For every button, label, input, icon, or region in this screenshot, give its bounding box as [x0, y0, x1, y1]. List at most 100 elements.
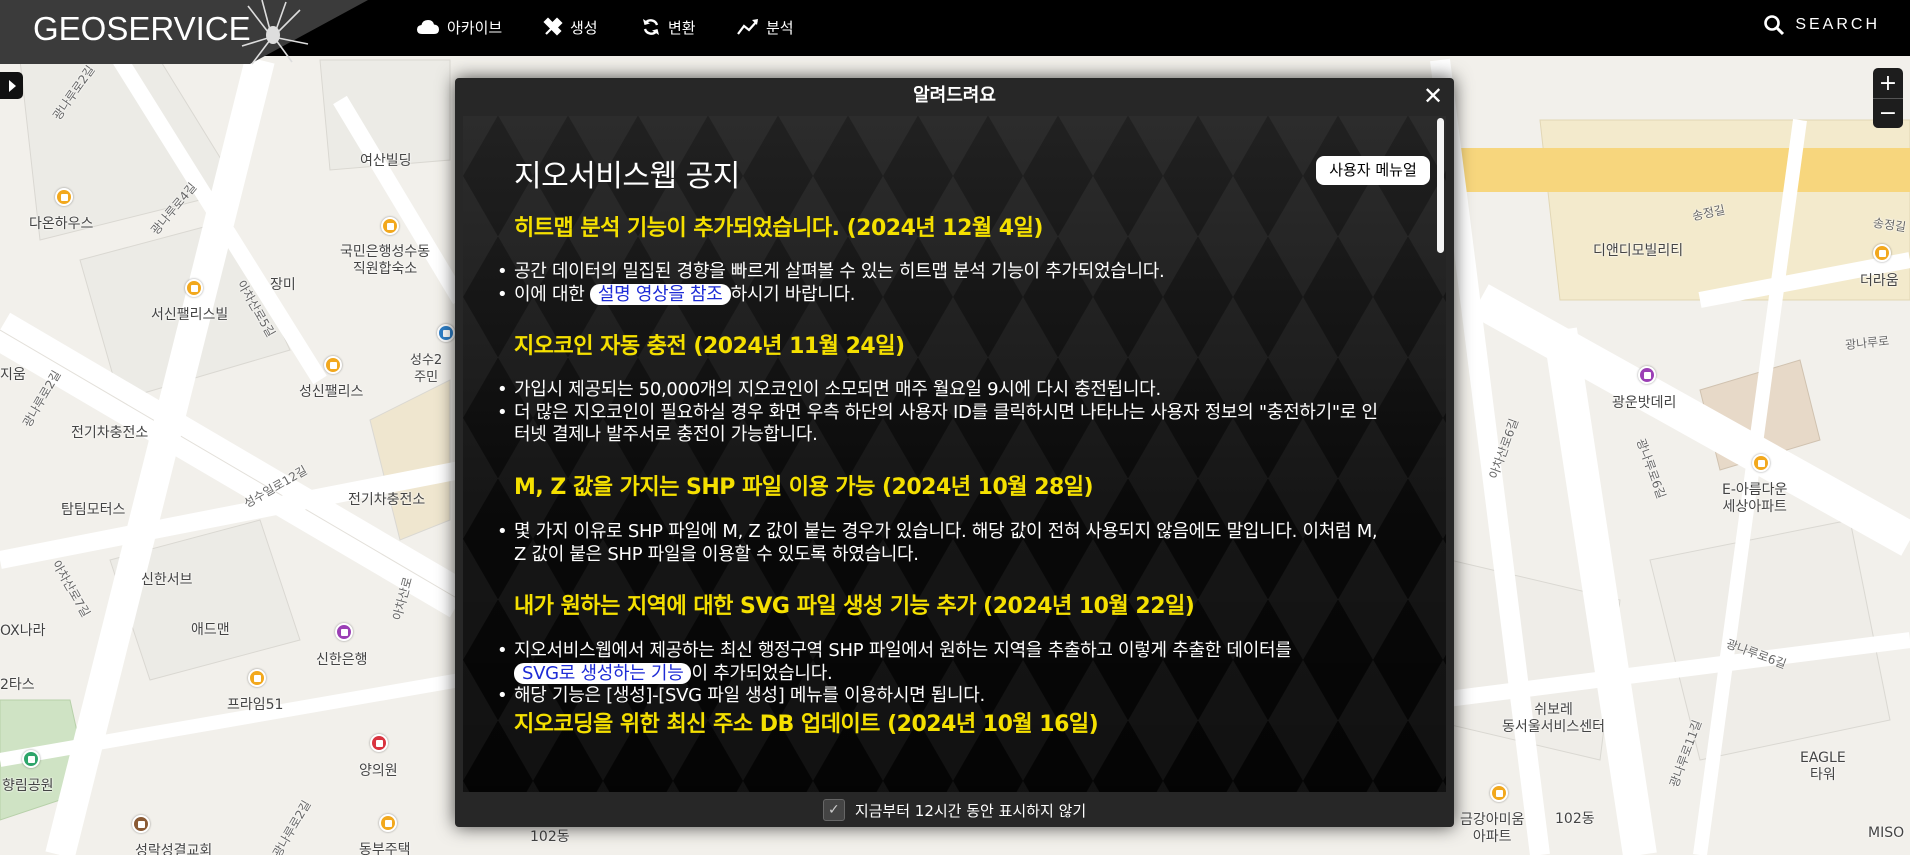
section-title: 히트맵 분석 기능이 추가되었습니다. (2024년 12월 4일): [514, 216, 1043, 241]
close-icon[interactable]: ✕: [1420, 83, 1446, 109]
map-label: 동부주택: [359, 842, 411, 855]
list-item: 가입시 제공되는 50,000개의 지오코인이 소모되면 매주 월요일 9시에 …: [497, 379, 1384, 402]
list-item-text: 해당 기능은 [생성]-[SVG 파일 생성] 메뉴를 이용하시면 됩니다.: [514, 685, 985, 706]
section-list: 공간 데이터의 밀집된 경향을 빠르게 살펴볼 수 있는 히트맵 분석 기능이 …: [497, 261, 1384, 307]
map-label: 성신팰리스: [299, 384, 364, 400]
map-label: 신한은행: [316, 652, 368, 668]
map-label: MISO: [1868, 825, 1905, 841]
modal-title: 알려드려요: [913, 85, 996, 106]
video-guide-link[interactable]: 설명 영상을 참조: [589, 283, 731, 305]
map-label: 다온하우스: [29, 216, 94, 232]
bank-icon[interactable]: [335, 623, 353, 641]
poi-marker-icon[interactable]: [1873, 244, 1891, 262]
section-title: M, Z 값을 가지는 SHP 파일 이용 가능 (2024년 10월 28일): [514, 475, 1094, 500]
list-item: 이에 대한 설명 영상을 참조하시기 바랍니다.: [497, 283, 1384, 307]
section-list: 지오서비스웹에서 제공하는 최신 행정구역 SHP 파일에서 원하는 지역을 추…: [497, 640, 1384, 708]
hide-12h-label[interactable]: 지금부터 12시간 동안 표시하지 않기: [855, 800, 1086, 821]
list-item: 더 많은 지오코인이 필요하실 경우 화면 우측 하단의 사용자 ID를 클릭하…: [497, 401, 1384, 447]
nav-archive-label: 아카이브: [447, 18, 503, 37]
search-button[interactable]: SEARCH: [1763, 14, 1880, 36]
map-label: 애드맨: [191, 622, 230, 638]
user-manual-button[interactable]: 사용자 메뉴얼: [1316, 156, 1430, 185]
map-label: 신한서브: [141, 572, 193, 588]
nav-convert[interactable]: 변환: [641, 14, 696, 40]
section-title: 지오코인 자동 충전 (2024년 11월 24일): [514, 334, 905, 359]
section-list: 몇 가지 이유로 SHP 파일에 M, Z 값이 붙는 경우가 있습니다. 해당…: [497, 521, 1384, 566]
map-label: 장미: [270, 277, 296, 293]
sidebar-toggle-button[interactable]: [0, 72, 23, 99]
zoom-out-button[interactable]: −: [1873, 98, 1903, 128]
hide-12h-checkbox[interactable]: ✓: [822, 799, 845, 821]
section-title: 내가 원하는 지역에 대한 SVG 파일 생성 기능 추가 (2024년 10월…: [514, 594, 1195, 619]
map-label: 양의원: [359, 763, 398, 779]
nav-create[interactable]: 생성: [543, 14, 598, 40]
cloud-icon: [417, 20, 439, 34]
modal-body[interactable]: 지오서비스웹 공지 사용자 메뉴얼 히트맵 분석 기능이 추가되었습니다. (2…: [463, 116, 1446, 792]
zoom-in-button[interactable]: +: [1873, 68, 1903, 98]
map-label: 쉬보레 동서울서비스센터: [1502, 702, 1606, 735]
map-label: EAGLE 타워: [1800, 750, 1846, 783]
park-icon[interactable]: [22, 750, 40, 768]
list-item: 지오서비스웹에서 제공하는 최신 행정구역 SHP 파일에서 원하는 지역을 추…: [497, 640, 1384, 685]
map-label: 금강아미움 아파트: [1460, 812, 1525, 845]
svg-feature-link[interactable]: SVG로 생성하는 기능: [514, 662, 692, 684]
map-label: 102동: [530, 829, 570, 845]
refresh-icon: [643, 19, 659, 35]
zoom-control: + −: [1873, 68, 1903, 128]
chart-icon: [737, 19, 758, 35]
poi-marker-icon[interactable]: [379, 814, 397, 832]
poi-marker-icon[interactable]: [185, 279, 203, 297]
map-label: 전기차충전소: [348, 492, 426, 508]
map-label: 전기차충전소: [71, 425, 149, 441]
map-label: OX나라: [0, 623, 46, 639]
map-label: 여산빌딩: [360, 153, 412, 169]
tools-icon: [543, 17, 563, 36]
map-label: 지움: [0, 367, 26, 383]
search-icon: [1764, 15, 1785, 36]
list-item-text: 공간 데이터의 밀집된 경향을 빠르게 살펴볼 수 있는 히트맵 분석 기능이 …: [514, 261, 1165, 282]
church-icon[interactable]: [132, 815, 150, 833]
chevron-right-icon: [9, 79, 16, 92]
list-item-text: 가입시 제공되는 50,000개의 지오코인이 소모되면 매주 월요일 9시에 …: [514, 379, 1161, 400]
list-item: 해당 기능은 [생성]-[SVG 파일 생성] 메뉴를 이용하시면 됩니다.: [497, 685, 1384, 708]
modal-scrollbar[interactable]: [1437, 118, 1444, 253]
list-item-text: 더 많은 지오코인이 필요하실 경우 화면 우측 하단의 사용자 ID를 클릭하…: [514, 401, 1378, 446]
map-label: 더라움: [1860, 273, 1899, 289]
nav-analysis-label: 분석: [766, 18, 794, 37]
app-logo[interactable]: GEOSERVICE: [33, 10, 251, 48]
list-item: 몇 가지 이유로 SHP 파일에 M, Z 값이 붙는 경우가 있습니다. 해당…: [497, 521, 1384, 566]
map-label: 향림공원: [2, 778, 54, 794]
nav-archive[interactable]: 아카이브: [416, 14, 502, 40]
search-label: SEARCH: [1795, 16, 1880, 33]
poi-marker-icon[interactable]: [437, 324, 455, 342]
poi-marker-icon[interactable]: [248, 669, 266, 687]
list-item-text: 이 추가되었습니다.: [691, 662, 833, 684]
map-label: 성수2 주민: [410, 353, 443, 385]
poi-marker-icon[interactable]: [55, 188, 73, 206]
list-item: 공간 데이터의 밀집된 경향을 빠르게 살펴볼 수 있는 히트맵 분석 기능이 …: [497, 261, 1384, 284]
notice-modal: 알려드려요 ✕ 지오서비스웹 공지 사용자 메뉴얼 히트맵 분석 기능이 추가되…: [455, 78, 1454, 827]
repair-icon[interactable]: [1638, 366, 1656, 384]
list-item-text: 몇 가지 이유로 SHP 파일에 M, Z 값이 붙는 경우가 있습니다. 해당…: [514, 521, 1378, 565]
poi-marker-icon[interactable]: [381, 217, 399, 235]
notice-title: 지오서비스웹 공지: [514, 159, 740, 194]
map-label: 2타스: [0, 677, 35, 693]
section-list: 가입시 제공되는 50,000개의 지오코인이 소모되면 매주 월요일 9시에 …: [497, 379, 1384, 447]
map-label: 탐팀모터스: [61, 502, 126, 518]
hospital-icon[interactable]: [370, 734, 388, 752]
nav-convert-label: 변환: [668, 18, 696, 37]
map-label: 디앤디모빌리티: [1593, 243, 1684, 259]
nav-create-label: 생성: [570, 18, 598, 37]
nav-analysis[interactable]: 분석: [737, 14, 794, 40]
map-label: 국민은행성수동 직원합숙소: [340, 244, 431, 277]
list-item-text: 하시기 바랍니다.: [730, 283, 856, 305]
poi-marker-icon[interactable]: [324, 356, 342, 374]
map-label: 102동: [1555, 811, 1595, 827]
poi-marker-icon[interactable]: [1752, 454, 1770, 472]
poi-marker-icon[interactable]: [1490, 784, 1508, 802]
map-label: 성락성결교회: [135, 843, 213, 855]
list-item-text: 지오서비스웹에서 제공하는 최신 행정구역 SHP 파일에서 원하는 지역을 추…: [514, 640, 1292, 661]
map-label: 서신팰리스빌: [151, 307, 229, 323]
spider-logo-icon: [241, 0, 309, 65]
map-label: E-아름다운 세상아파트: [1722, 482, 1788, 515]
